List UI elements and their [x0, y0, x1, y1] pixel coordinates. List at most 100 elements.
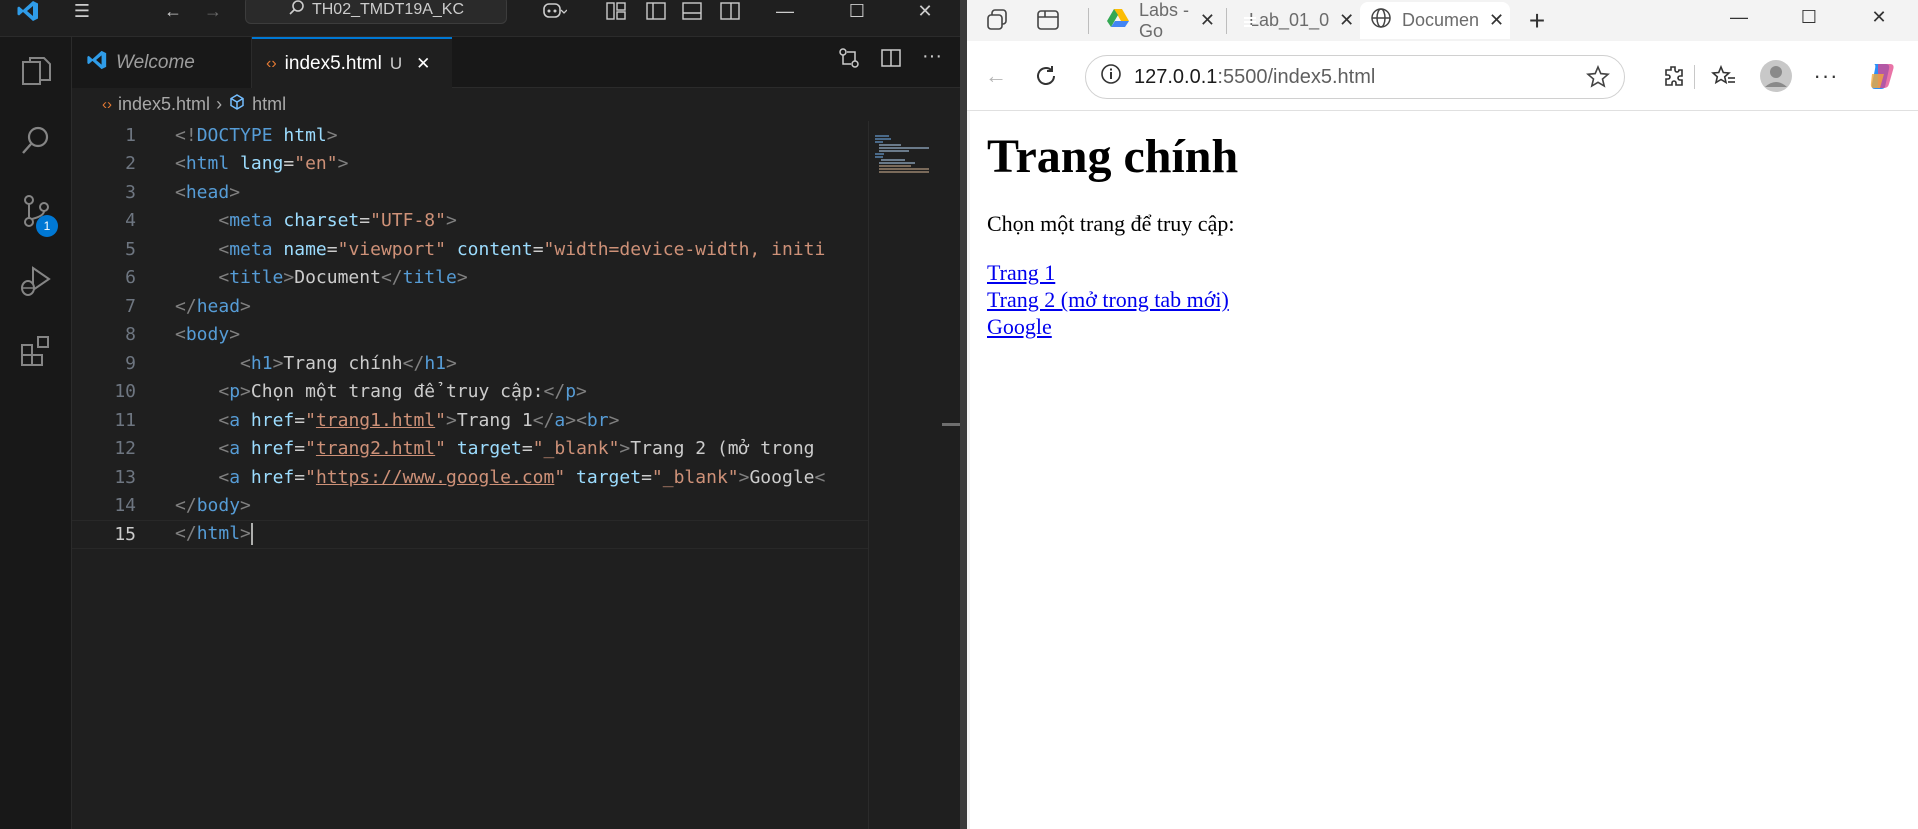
- toggle-panel-icon[interactable]: [676, 0, 708, 22]
- toggle-primary-sidebar-icon[interactable]: [640, 0, 672, 22]
- tab-separator: [1088, 8, 1089, 34]
- page-heading: Trang chính: [987, 130, 1239, 183]
- tab-close-icon[interactable]: ✕: [1200, 10, 1215, 31]
- close-icon[interactable]: ✕: [902, 0, 948, 22]
- split-editor-icon[interactable]: [880, 47, 902, 74]
- profile-avatar-icon[interactable]: [1757, 57, 1795, 95]
- line-number: 13: [114, 466, 136, 488]
- html-file-icon: ‹›: [266, 54, 277, 72]
- extensions-puzzle-icon[interactable]: [1655, 57, 1693, 95]
- copilot-icon[interactable]: [532, 0, 576, 22]
- line-number: 8: [125, 324, 136, 346]
- line-number: 11: [114, 409, 136, 431]
- line-number: 10: [114, 381, 136, 403]
- google-drive-icon: [1107, 8, 1129, 33]
- link-trang-1[interactable]: Trang 1: [987, 259, 1918, 286]
- favorite-star-icon[interactable]: [1586, 64, 1610, 95]
- back-arrow-icon[interactable]: ←: [155, 0, 191, 22]
- line-number: 3: [125, 181, 136, 203]
- browser-tab-labs[interactable]: Labs - Go ✕: [1097, 0, 1225, 41]
- code-line: 11 <a href="trang1.html">Trang 1</a><br>: [72, 406, 868, 435]
- more-menu-icon[interactable]: ···: [1807, 57, 1845, 95]
- code-editor[interactable]: 1 <!DOCTYPE html> 2 <html lang="en"> 3 <hea…: [72, 121, 868, 829]
- command-center-search[interactable]: TH02_TMDT19A_KC: [245, 0, 507, 24]
- address-bar[interactable]: 127.0.0.1:5500/index5.html: [1085, 55, 1625, 99]
- browser-tabstrip: Labs - Go ✕ Lab_01_0 ✕ Documen ✕ + — ☐ ✕: [967, 0, 1918, 41]
- extensions-icon[interactable]: [0, 321, 72, 381]
- new-tab-icon[interactable]: +: [1520, 5, 1554, 36]
- element-icon: [228, 93, 246, 116]
- tab-index5[interactable]: ‹› index5.html U ✕: [252, 37, 452, 88]
- webpage-content: Trang chính Chọn một trang để truy cập: …: [970, 111, 1918, 829]
- code-line: 13 <a href="https://www.google.com" targ…: [72, 463, 868, 492]
- search-text: TH02_TMDT19A_KC: [311, 1, 465, 18]
- editor-actions: ···: [838, 46, 942, 74]
- search-icon: [288, 0, 306, 22]
- activity-bar: 1: [0, 37, 72, 829]
- editor-scrollbar[interactable]: [938, 121, 960, 829]
- minimize-icon[interactable]: —: [1709, 4, 1769, 30]
- code-line: 10 <p>Chọn một trang để truy cập:</p>: [72, 378, 868, 407]
- explorer-icon[interactable]: [0, 41, 72, 101]
- tab-welcome[interactable]: Welcome: [72, 37, 252, 88]
- code-line: 9 <h1>Trang chính</h1>: [72, 349, 868, 378]
- editor-tabbar: Welcome ‹› index5.html U ✕ ···: [72, 37, 960, 88]
- site-info-icon[interactable]: [1100, 63, 1122, 91]
- favorites-icon[interactable]: [1705, 57, 1743, 95]
- globe-icon: [1370, 7, 1392, 34]
- menu-icon[interactable]: ☰: [62, 0, 102, 22]
- tab-close-icon[interactable]: ✕: [1339, 10, 1354, 31]
- tab-close-icon[interactable]: ✕: [416, 54, 430, 74]
- run-debug-icon[interactable]: [0, 251, 72, 311]
- code-line: 7 </head>: [72, 292, 868, 321]
- source-control-badge: 1: [36, 215, 58, 237]
- editor-area: Welcome ‹› index5.html U ✕ ··· ‹› index5…: [72, 37, 960, 829]
- tab-close-icon[interactable]: ✕: [1489, 10, 1504, 31]
- tab-separator: [1226, 8, 1227, 34]
- text-cursor: [250, 523, 253, 546]
- breadcrumb-node[interactable]: html: [252, 94, 286, 115]
- vscode-logo-icon: [8, 0, 48, 22]
- code-line: 3 <head>: [72, 178, 868, 207]
- browser-tab-lab01[interactable]: Lab_01_0 ✕: [1229, 2, 1357, 39]
- refresh-icon[interactable]: [1027, 57, 1065, 95]
- code-line: 8 <body>: [72, 321, 868, 350]
- forward-arrow-icon[interactable]: →: [195, 0, 231, 22]
- back-arrow-icon[interactable]: ←: [977, 57, 1015, 95]
- line-number: 7: [125, 295, 136, 317]
- workspaces-icon[interactable]: [981, 6, 1015, 34]
- vscode-titlebar: ☰ ← → TH02_TMDT19A_KC — ☐ ✕: [0, 0, 960, 37]
- tab-label: index5.html: [284, 52, 382, 74]
- compare-changes-icon[interactable]: [838, 47, 860, 74]
- link-trang-2[interactable]: Trang 2 (mở trong tab mới): [987, 286, 1918, 313]
- breadcrumb: ‹› index5.html › html: [72, 88, 960, 120]
- line-number: 12: [114, 438, 136, 460]
- minimap[interactable]: [868, 121, 938, 829]
- maximize-icon[interactable]: ☐: [1779, 4, 1839, 30]
- code-line: 12 <a href="trang2.html" target="_blank"…: [72, 435, 868, 464]
- scroll-indicator: [942, 423, 960, 426]
- code-line: 6 <title>Document</title>: [72, 264, 868, 293]
- close-icon[interactable]: ✕: [1849, 4, 1909, 30]
- more-actions-icon[interactable]: ···: [922, 46, 942, 74]
- toggle-secondary-sidebar-icon[interactable]: [714, 0, 746, 22]
- breadcrumb-file[interactable]: index5.html: [118, 94, 210, 115]
- customize-layout-icon[interactable]: [600, 0, 632, 22]
- tab-label: Lab_01_0: [1249, 10, 1330, 30]
- untracked-status: U: [389, 53, 403, 73]
- url-path: :5500/index5.html: [1217, 65, 1376, 88]
- search-icon[interactable]: [0, 111, 72, 171]
- tab-actions-icon[interactable]: [1031, 6, 1065, 34]
- vscode-window: ☰ ← → TH02_TMDT19A_KC — ☐ ✕ 1 Welcome ‹›…: [0, 0, 960, 829]
- link-google[interactable]: Google: [987, 313, 1918, 340]
- maximize-icon[interactable]: ☐: [834, 0, 880, 22]
- browser-tab-document[interactable]: Documen ✕: [1360, 2, 1510, 39]
- minimize-icon[interactable]: —: [762, 0, 808, 22]
- url-host: 127.0.0.1: [1134, 65, 1218, 88]
- source-control-icon[interactable]: 1: [0, 181, 72, 241]
- code-line: 15 </html>: [72, 520, 868, 549]
- copilot-icon[interactable]: [1863, 57, 1901, 95]
- code-line: 4 <meta charset="UTF-8">: [72, 207, 868, 236]
- code-line: 14 </body>: [72, 492, 868, 521]
- line-number: 5: [125, 238, 136, 260]
